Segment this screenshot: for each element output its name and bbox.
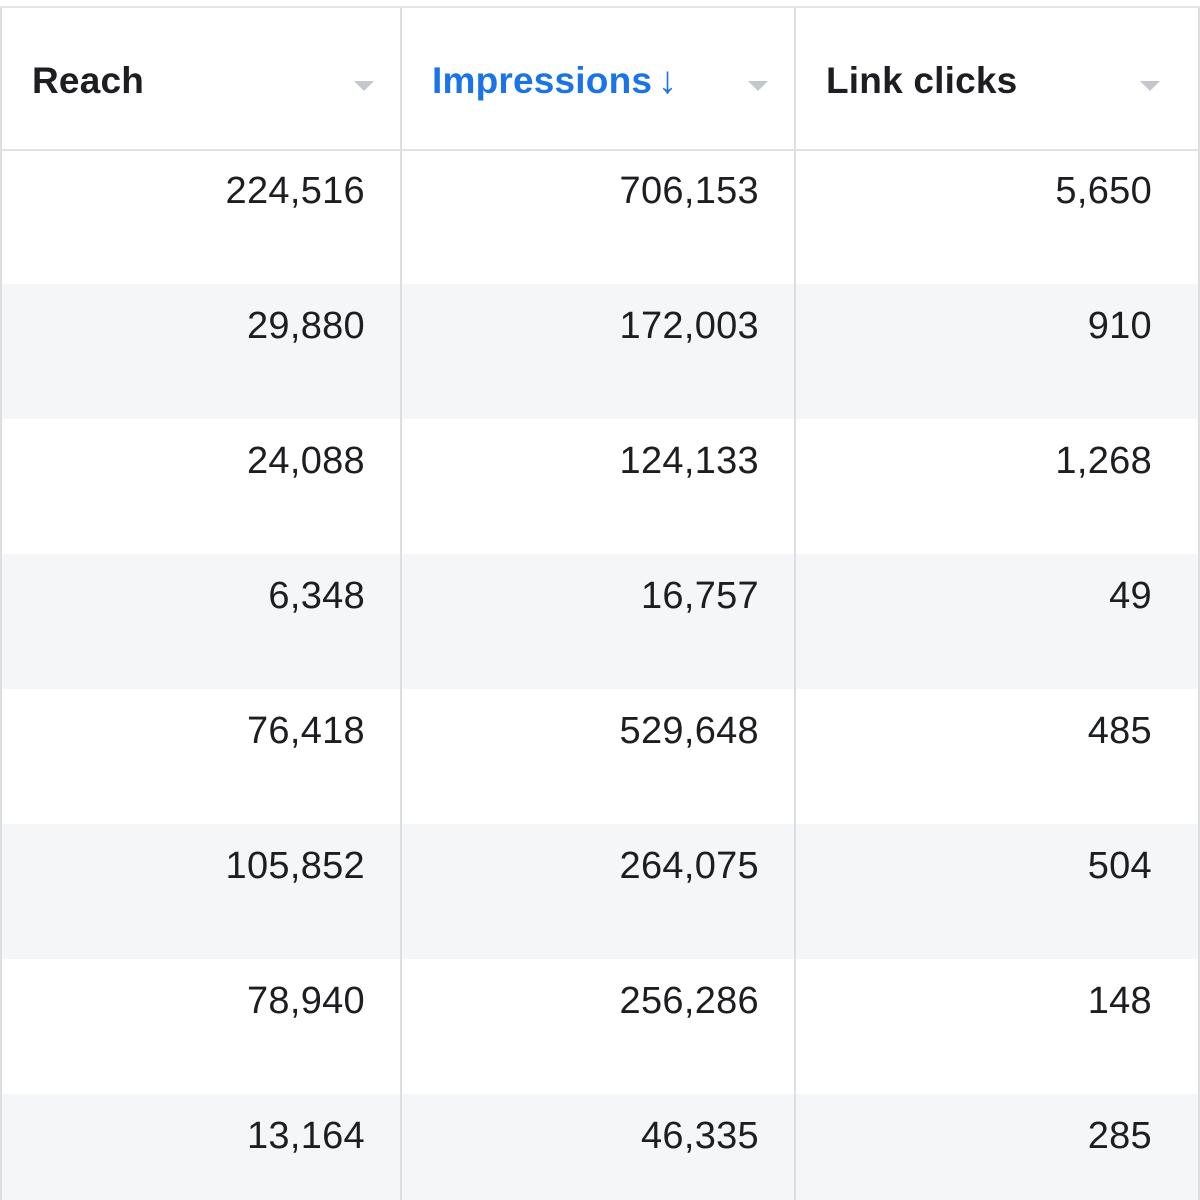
table-row[interactable]: 78,940 256,286 148 xyxy=(0,959,1200,1094)
cell-value: 504 xyxy=(1087,845,1152,887)
cell-reach: 76,418 xyxy=(0,689,402,824)
cell-impressions: 16,757 xyxy=(402,554,796,689)
cell-reach: 13,164 xyxy=(0,1094,402,1200)
cell-value: 910 xyxy=(1087,305,1152,347)
cell-link-clicks: 504 xyxy=(796,824,1200,959)
table-row[interactable]: 105,852 264,075 504 xyxy=(0,824,1200,959)
cell-value: 256,286 xyxy=(619,980,759,1022)
cell-impressions: 264,075 xyxy=(402,824,796,959)
cell-impressions: 172,003 xyxy=(402,284,796,419)
cell-value: 16,757 xyxy=(640,575,759,617)
cell-link-clicks: 148 xyxy=(796,959,1200,1094)
cell-link-clicks: 285 xyxy=(796,1094,1200,1200)
column-header-label: Link clicks xyxy=(826,60,1018,101)
cell-impressions: 706,153 xyxy=(402,149,796,284)
cell-value: 5,650 xyxy=(1055,170,1152,212)
cell-reach: 6,348 xyxy=(0,554,402,689)
cell-value: 485 xyxy=(1087,710,1152,752)
cell-value: 529,648 xyxy=(619,710,759,752)
cell-value: 76,418 xyxy=(246,710,365,752)
table-row[interactable]: 13,164 46,335 285 xyxy=(0,1094,1200,1200)
cell-value: 78,940 xyxy=(246,980,365,1022)
cell-value: 46,335 xyxy=(640,1115,759,1157)
cell-reach: 224,516 xyxy=(0,149,402,284)
cell-value: 1,268 xyxy=(1055,440,1152,482)
column-menu-caret-icon[interactable] xyxy=(1140,81,1160,91)
column-menu-caret-icon[interactable] xyxy=(354,81,374,91)
cell-reach: 29,880 xyxy=(0,284,402,419)
table-row[interactable]: 76,418 529,648 485 xyxy=(0,689,1200,824)
column-header-impressions[interactable]: Impressions ↓ xyxy=(402,8,796,149)
column-header-reach[interactable]: Reach xyxy=(0,8,402,149)
metrics-table: Reach Impressions ↓ Link clicks 224,516 7… xyxy=(0,0,1200,1200)
cell-value: 49 xyxy=(1109,575,1152,617)
column-header-label: Impressions ↓ xyxy=(432,60,677,103)
cell-value: 105,852 xyxy=(225,845,365,887)
cell-value: 148 xyxy=(1087,980,1152,1022)
table-header-row: Reach Impressions ↓ Link clicks xyxy=(0,6,1200,151)
cell-value: 29,880 xyxy=(246,305,365,347)
table-row[interactable]: 6,348 16,757 49 xyxy=(0,554,1200,689)
cell-value: 285 xyxy=(1087,1115,1152,1157)
cell-value: 224,516 xyxy=(225,170,365,212)
cell-reach: 78,940 xyxy=(0,959,402,1094)
cell-value: 264,075 xyxy=(619,845,759,887)
cell-link-clicks: 5,650 xyxy=(796,149,1200,284)
cell-value: 124,133 xyxy=(619,440,759,482)
cell-link-clicks: 910 xyxy=(796,284,1200,419)
cell-value: 6,348 xyxy=(268,575,365,617)
table-row[interactable]: 24,088 124,133 1,268 xyxy=(0,419,1200,554)
cell-impressions: 46,335 xyxy=(402,1094,796,1200)
column-header-link-clicks[interactable]: Link clicks xyxy=(796,8,1200,149)
table-row[interactable]: 224,516 706,153 5,650 xyxy=(0,149,1200,284)
cell-value: 172,003 xyxy=(619,305,759,347)
cell-link-clicks: 485 xyxy=(796,689,1200,824)
column-menu-caret-icon[interactable] xyxy=(748,81,768,91)
cell-impressions: 124,133 xyxy=(402,419,796,554)
cell-reach: 105,852 xyxy=(0,824,402,959)
cell-value: 13,164 xyxy=(246,1115,365,1157)
cell-link-clicks: 1,268 xyxy=(796,419,1200,554)
column-header-label-text: Impressions xyxy=(432,60,653,101)
column-header-label: Reach xyxy=(32,60,145,101)
cell-reach: 24,088 xyxy=(0,419,402,554)
cell-value: 706,153 xyxy=(619,170,759,212)
cell-link-clicks: 49 xyxy=(796,554,1200,689)
arrow-down-icon: ↓ xyxy=(658,60,678,102)
table-row[interactable]: 29,880 172,003 910 xyxy=(0,284,1200,419)
cell-impressions: 529,648 xyxy=(402,689,796,824)
cell-impressions: 256,286 xyxy=(402,959,796,1094)
cell-value: 24,088 xyxy=(246,440,365,482)
